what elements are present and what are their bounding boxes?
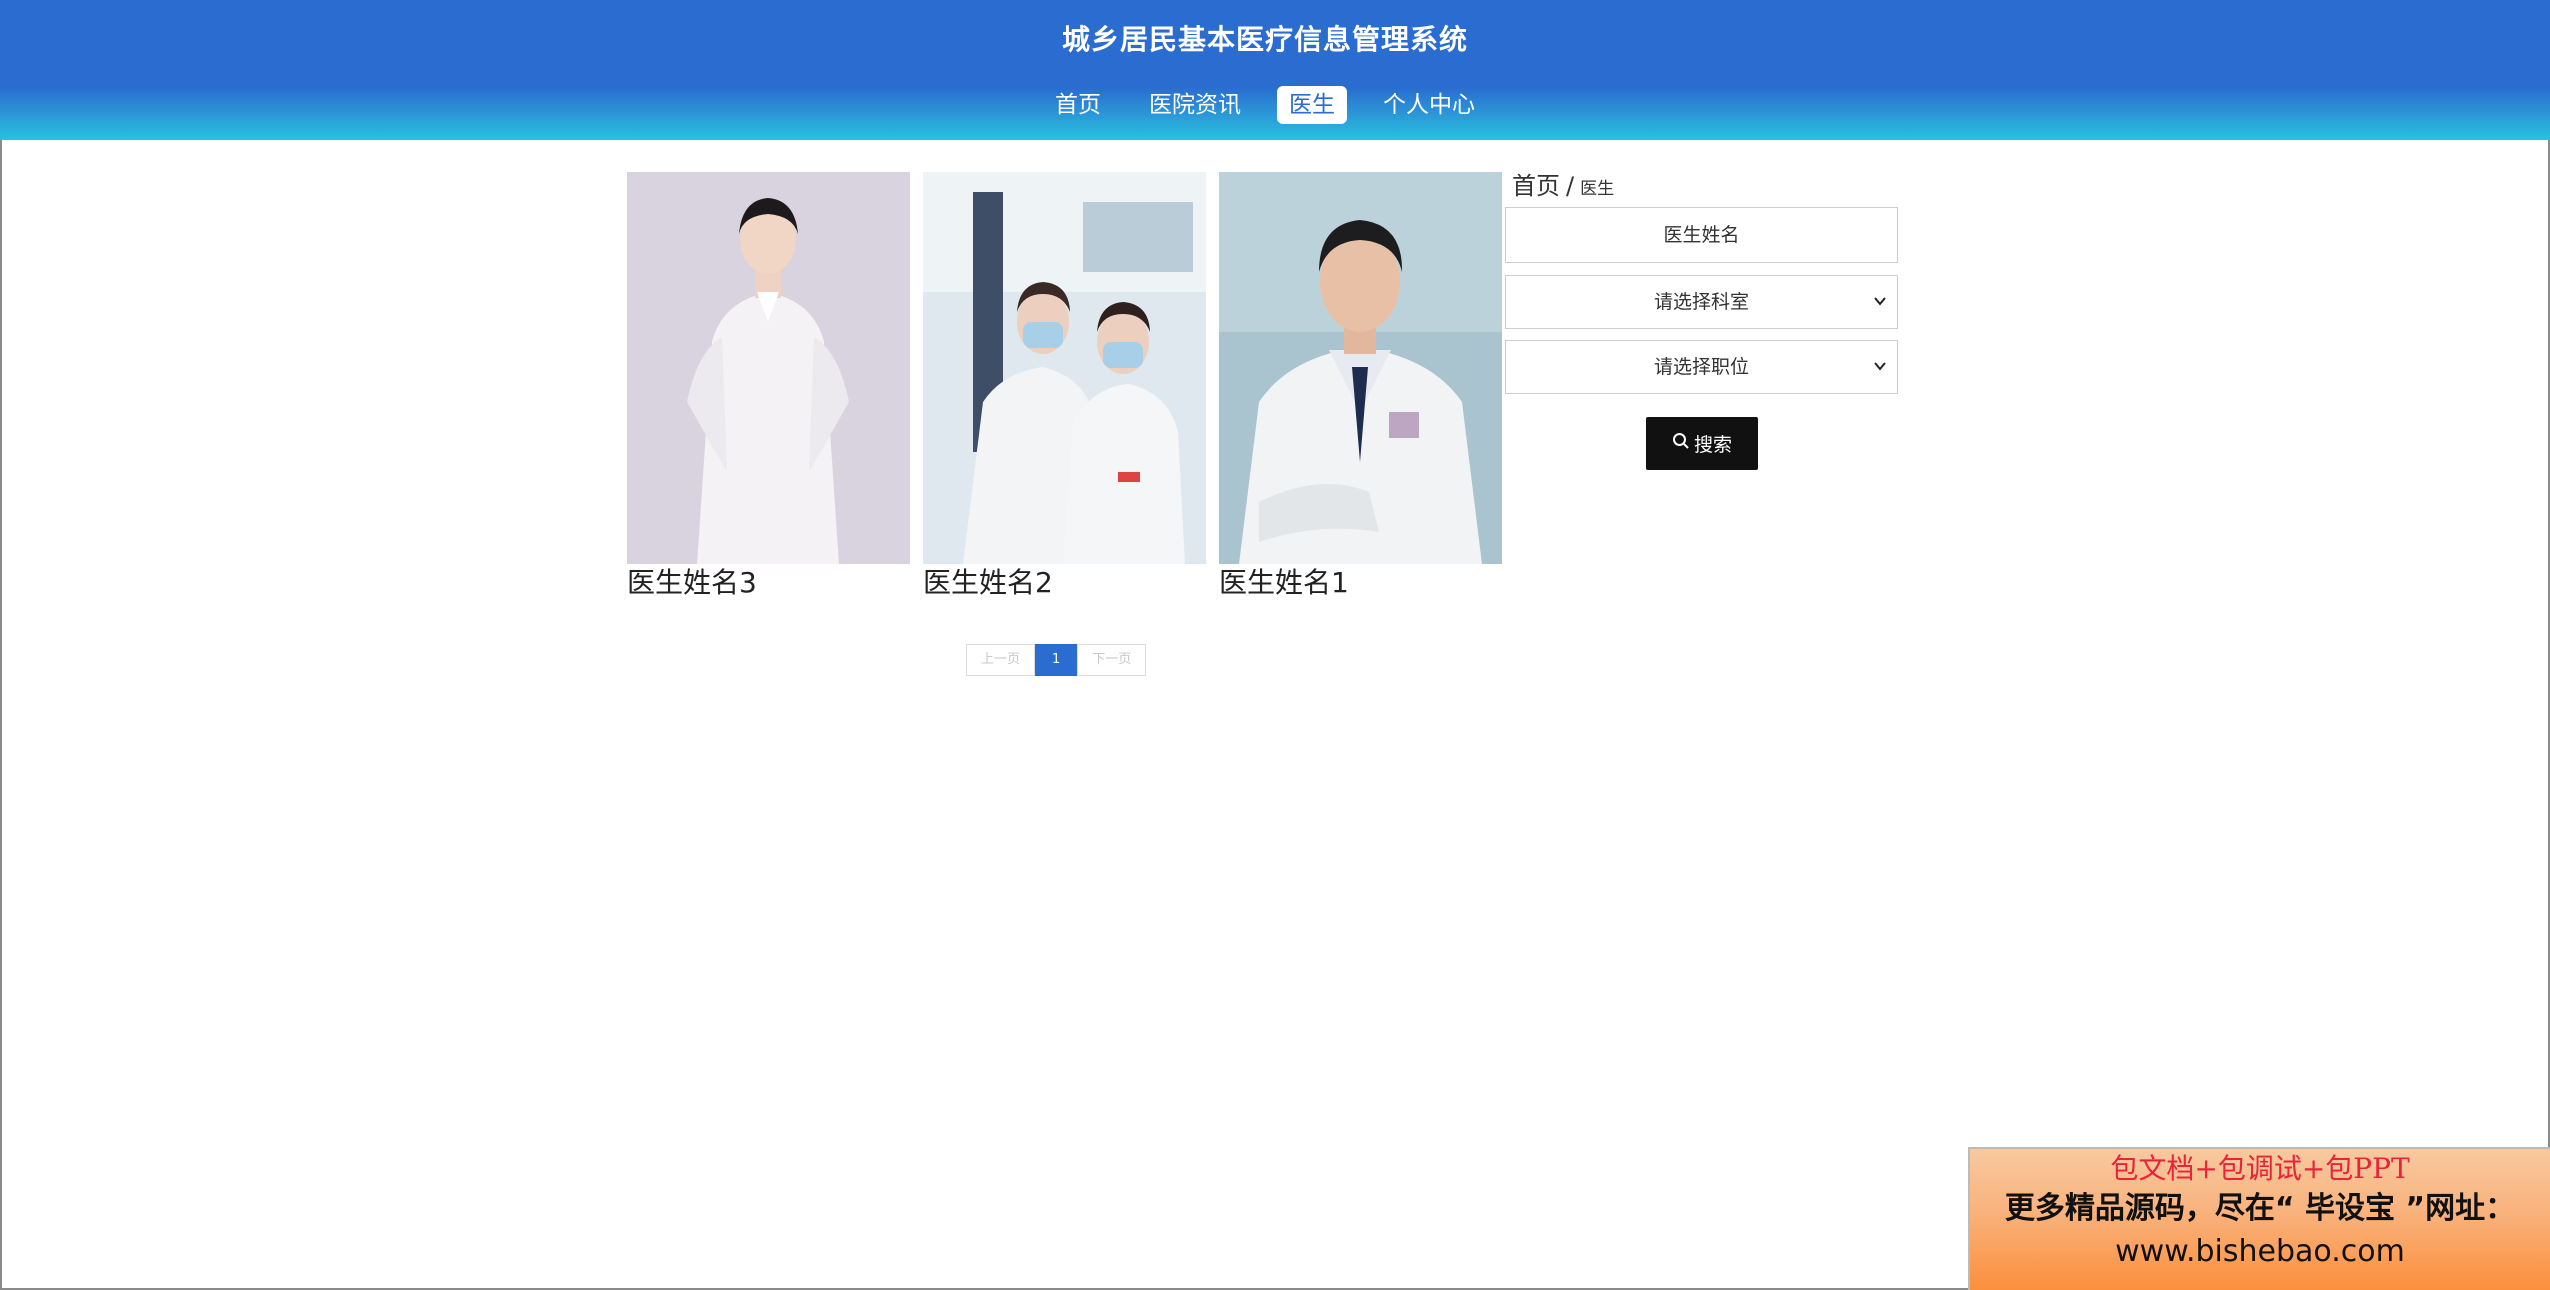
breadcrumb-home[interactable]: 首页 (1512, 172, 1560, 200)
nav-item-personal-center[interactable]: 个人中心 (1371, 86, 1487, 124)
doctor-card[interactable]: 医生姓名2 (923, 172, 1206, 602)
chevron-down-icon (1873, 341, 1887, 414)
doctor-card[interactable]: 医生姓名3 (627, 172, 910, 602)
doctor-photo[interactable] (1219, 172, 1502, 564)
doctor-photo[interactable] (627, 172, 910, 564)
doctor-name[interactable]: 医生姓名1 (1219, 564, 1502, 602)
nav-item-hospital-news[interactable]: 医院资讯 (1137, 86, 1253, 124)
nav-item-home[interactable]: 首页 (1043, 86, 1113, 124)
breadcrumb: 首页 / 医生 (1512, 166, 1614, 201)
site-title: 城乡居民基本医疗信息管理系统 (1061, 23, 1468, 56)
department-select-label: 请选择科室 (1653, 291, 1749, 313)
header: 城乡居民基本医疗信息管理系统 首页 医院资讯 医生 个人中心 (0, 0, 2550, 140)
promo-url[interactable]: www.bishebao.com (1970, 1231, 2550, 1273)
doctor-name-input[interactable]: 医生姓名 (1505, 207, 1898, 263)
department-select[interactable]: 请选择科室 (1505, 275, 1898, 329)
doctor-card-list: 医生姓名3 医生姓名2 医生姓名1 (627, 172, 1502, 602)
pagination: 上一页 1 下一页 (966, 644, 1147, 676)
main-nav: 首页 医院资讯 医生 个人中心 (0, 86, 2530, 124)
doctor-name-placeholder: 医生姓名 (1663, 224, 1740, 246)
position-select[interactable]: 请选择职位 (1505, 340, 1898, 394)
breadcrumb-separator: / (1566, 172, 1575, 200)
position-select-label: 请选择职位 (1653, 356, 1749, 378)
breadcrumb-current: 医生 (1580, 179, 1615, 199)
doctor-name[interactable]: 医生姓名2 (923, 564, 1206, 602)
prev-page-button[interactable]: 上一页 (966, 644, 1036, 676)
next-page-button[interactable]: 下一页 (1077, 644, 1147, 676)
search-button-label: 搜索 (1693, 434, 1732, 456)
doctor-photo[interactable] (923, 172, 1206, 564)
search-icon (1672, 432, 1690, 455)
search-button[interactable]: 搜索 (1646, 417, 1758, 470)
page-number-button[interactable]: 1 (1035, 644, 1078, 676)
doctor-name[interactable]: 医生姓名3 (627, 564, 910, 602)
nav-item-doctors[interactable]: 医生 (1277, 86, 1347, 124)
doctor-card[interactable]: 医生姓名1 (1219, 172, 1502, 602)
promo-banner[interactable]: 包文档+包调试+包PPT 更多精品源码，尽在“ 毕设宝 ”网址： www.bis… (1968, 1147, 2550, 1290)
promo-line-2: 更多精品源码，尽在“ 毕设宝 ”网址： (2004, 1191, 2516, 1226)
chevron-down-icon (1873, 276, 1887, 349)
promo-line-1: 包文档+包调试+包PPT (2110, 1152, 2410, 1185)
